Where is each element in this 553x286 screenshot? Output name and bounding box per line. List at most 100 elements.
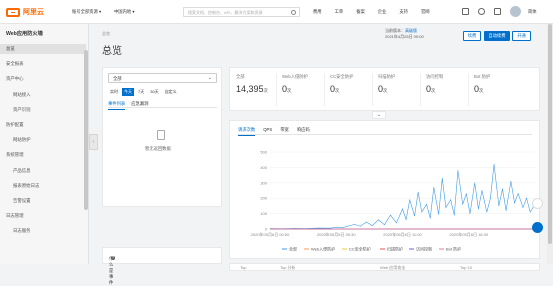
region-select[interactable]: 中国内地 ▾ [114,9,135,15]
sidebar-item[interactable]: 资产识别 [0,105,86,115]
data-point [366,221,367,223]
stat-value-group: 0次 [282,84,308,94]
nav-icp[interactable]: 备案 [356,9,365,15]
event-tab[interactable]: 事件列表 [108,101,126,110]
sidebar-item[interactable]: 产品信息 [0,166,86,176]
chevron-down-icon: ⌄ [376,112,382,118]
data-point [457,170,459,171]
top-bar: 阿里云 账号全部资源 ▾ 中国内地 ▾ 搜索文档、控制台、API、解决方案和资源… [0,0,553,24]
data-point [490,197,491,199]
search-input[interactable]: 搜索文档、控制台、API、解决方案和资源 [183,7,300,17]
account-select[interactable]: 账号全部资源 ▾ [72,9,101,15]
bottom-tab[interactable]: Top [240,265,246,270]
stat-item: Web入侵防护 0次 [282,74,308,94]
sidebar-item[interactable]: 安全报表 [0,59,86,69]
data-point [317,227,319,229]
y-tick-label: 400 [260,165,267,170]
stat-label: 全部 [236,74,245,79]
bottom-tab[interactable]: Web 应用攻击 [380,265,405,271]
nav-enterprise[interactable]: 企业 [378,9,387,15]
auto-renew-button[interactable]: 自动续费 [484,31,510,41]
legend-label: 访问控制 [416,246,432,252]
stat-unit: 次 [431,88,436,93]
data-point [462,204,464,205]
expiry-date: 2021年4月25日 00:00 [385,34,424,39]
terminal-icon[interactable] [462,8,469,15]
data-point [359,225,361,227]
stat-divider [420,74,421,106]
sidebar-collapse-handle[interactable]: ‹ [89,134,98,150]
event-help-card: 什么是事件? [102,247,222,285]
time-range-option[interactable]: 实时 [108,88,120,96]
x-tick-label: 2020年05月6日 00:00 [251,231,290,237]
data-point [414,215,415,217]
bottom-tab[interactable]: Top 10 [460,265,472,270]
data-point [478,208,479,210]
page-scrollbar[interactable] [547,24,553,264]
stat-value: 14,395 [236,84,264,94]
sidebar-item[interactable]: 系统管理 [0,150,86,160]
sidebar-item[interactable]: 防护配置 [0,120,86,130]
chevron-left-icon: ‹ [92,139,95,145]
sidebar-item[interactable]: 告警设置 [0,196,86,206]
data-point [390,214,391,216]
sidebar-item[interactable]: 网站防护 [0,135,86,145]
stat-divider [372,74,373,106]
time-range-option[interactable]: 7天 [136,88,146,96]
x-tick-label: 2020年05月6日 16:30 [449,231,488,237]
nav-tickets[interactable]: 工单 [335,9,344,15]
time-range-option[interactable]: 今天 [122,88,134,96]
data-point [421,211,423,213]
stat-unit: 次 [335,88,340,93]
avatar[interactable] [510,6,521,17]
nav-website[interactable]: 官网 [421,9,430,15]
sidebar-scrollbar[interactable] [84,50,88,210]
language-switch[interactable]: 简体 [528,9,537,15]
time-range-option[interactable]: 30天 [148,88,160,96]
time-range-option[interactable]: 自定义 [163,88,179,96]
stat-divider [468,74,469,106]
x-tick-label: 2020年05月6日 11:00 [383,231,422,237]
feedback-icon[interactable] [532,198,543,209]
nav-fees[interactable]: 费用 [313,9,322,15]
sidebar-item[interactable]: 日志服务 [0,226,86,236]
help-icon[interactable]: ? [111,255,115,260]
data-point [378,219,379,221]
stat-label: Web入侵防护 [282,74,308,79]
sidebar-item[interactable]: 报表原始日志 [0,181,86,191]
search-icon[interactable] [291,10,296,15]
asset-select[interactable]: 全部 ⌄ [108,73,217,83]
data-point [498,205,500,207]
data-point [474,182,476,184]
data-point [481,190,483,191]
nav-support[interactable]: 支持 [399,9,408,15]
data-point [493,163,495,165]
y-tick-label: 100 [260,211,267,216]
stat-unit: 次 [287,88,292,93]
activate-button[interactable]: 开通 [512,31,531,41]
sidebar-item[interactable]: 网站接入 [0,90,86,100]
logo[interactable]: 阿里云 [6,7,44,17]
breadcrumb[interactable]: 总览 [102,31,110,37]
version-link[interactable]: 高级版 [405,28,417,33]
top-nav: 费用 工单 备案 企业 支持 官网 [313,9,430,15]
bottom-tab[interactable]: Top 分析 [280,265,296,271]
stat-label: 扫描防护 [378,74,396,79]
data-point [438,214,439,215]
bell-icon[interactable] [478,8,485,15]
series-line [269,164,536,229]
collapse-stats-button[interactable]: ⌄ [372,111,386,119]
data-point [402,208,403,210]
upgrade-button[interactable]: 续费 [463,31,481,41]
stat-item: Bot 防护 0次 [474,74,490,94]
legend-label: 扫描防护 [387,246,403,252]
chat-icon[interactable] [532,222,543,233]
stat-unit: 次 [479,88,484,93]
event-tab[interactable]: 应急漏洞 [131,101,148,110]
cart-icon[interactable] [494,8,501,15]
sidebar-item[interactable]: 日志管理 [0,211,86,221]
search-placeholder: 搜索文档、控制台、API、解决方案和资源 [188,10,263,15]
scroll-thumb[interactable] [548,24,552,244]
sidebar-item[interactable]: 资产中心 [0,74,86,84]
sidebar-item[interactable]: 总览 [0,44,86,54]
